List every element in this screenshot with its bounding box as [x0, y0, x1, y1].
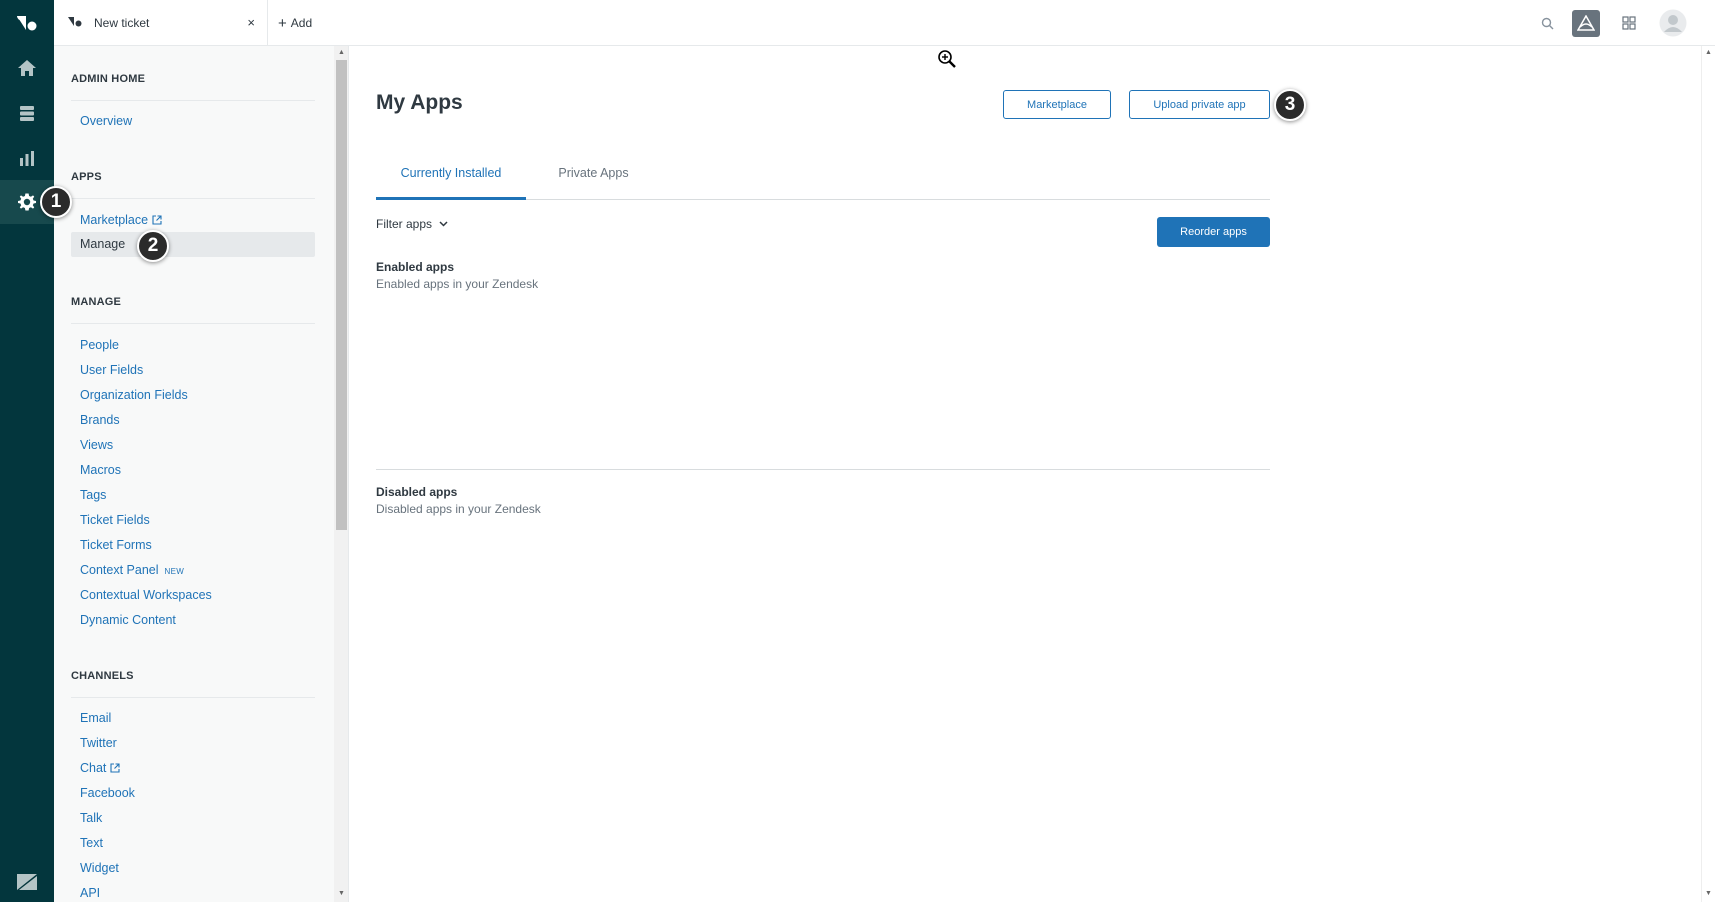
- disabled-apps-description: Disabled apps in your Zendesk: [376, 502, 541, 516]
- scroll-down-icon[interactable]: ▼: [1705, 890, 1712, 897]
- sidebar-item-people[interactable]: People: [80, 338, 119, 352]
- sell-icon[interactable]: [1571, 0, 1601, 46]
- sidebar-item-dynamic-content[interactable]: Dynamic Content: [80, 613, 176, 627]
- sidebar-item-email[interactable]: Email: [80, 711, 111, 725]
- sidebar-item-label: Context Panel: [80, 563, 159, 577]
- upload-private-app-button[interactable]: Upload private app: [1129, 90, 1270, 119]
- section-divider: [71, 198, 315, 199]
- scroll-up-icon[interactable]: ▲: [338, 49, 345, 56]
- sidebar-item-label: Chat: [80, 761, 107, 775]
- add-tab-button[interactable]: + Add: [278, 0, 312, 46]
- sidebar-item-marketplace[interactable]: Marketplace: [80, 213, 162, 227]
- section-title-channels: CHANNELS: [71, 670, 134, 682]
- scroll-down-icon[interactable]: ▼: [338, 890, 345, 897]
- user-avatar-icon[interactable]: [1657, 0, 1689, 46]
- ticket-tab[interactable]: New ticket ×: [54, 0, 268, 46]
- sidebar-item-manage-apps[interactable]: Manage: [71, 232, 315, 257]
- section-divider: [71, 100, 315, 101]
- product-rail: [0, 0, 54, 902]
- products-grid-icon[interactable]: [1615, 0, 1643, 46]
- tab-currently-installed[interactable]: Currently Installed: [376, 154, 526, 200]
- reporting-icon[interactable]: [0, 136, 54, 180]
- zendesk-z-icon[interactable]: [0, 860, 54, 902]
- sidebar-item-facebook[interactable]: Facebook: [80, 786, 135, 800]
- sidebar-item-views[interactable]: Views: [80, 438, 113, 452]
- section-title-admin-home: ADMIN HOME: [71, 73, 146, 85]
- home-icon[interactable]: [0, 46, 54, 90]
- sidebar-item-context-panel[interactable]: Context Panel NEW: [80, 563, 184, 577]
- section-divider: [71, 323, 315, 324]
- top-bar: New ticket × + Add: [54, 0, 1715, 46]
- external-link-icon: [152, 215, 162, 225]
- sidebar-scroll-thumb[interactable]: [336, 60, 347, 530]
- section-title-manage: MANAGE: [71, 296, 122, 308]
- scroll-up-icon[interactable]: ▲: [1705, 49, 1712, 56]
- reorder-apps-button[interactable]: Reorder apps: [1157, 217, 1270, 247]
- sidebar-item-ticket-fields[interactable]: Ticket Fields: [80, 513, 150, 527]
- new-badge: NEW: [164, 567, 185, 576]
- section-title-apps: APPS: [71, 171, 102, 183]
- filter-apps-label: Filter apps: [376, 217, 433, 231]
- filter-apps-dropdown[interactable]: Filter apps: [376, 217, 448, 231]
- ticket-tab-icon: [68, 16, 82, 30]
- step-marker-1: 1: [40, 186, 72, 218]
- apps-tabs: Currently Installed Private Apps: [376, 154, 1270, 200]
- step-marker-3: 3: [1274, 89, 1306, 121]
- chevron-down-icon: [439, 221, 448, 227]
- search-icon[interactable]: [1533, 0, 1561, 46]
- external-link-icon: [110, 763, 120, 773]
- disabled-apps-title: Disabled apps: [376, 485, 458, 499]
- sidebar-item-chat[interactable]: Chat: [80, 761, 120, 775]
- sidebar-item-macros[interactable]: Macros: [80, 463, 121, 477]
- page-scrollbar[interactable]: ▲ ▼: [1701, 46, 1715, 902]
- sidebar-item-text[interactable]: Text: [80, 836, 103, 850]
- marketplace-button[interactable]: Marketplace: [1003, 90, 1111, 119]
- sidebar-item-contextual-workspaces[interactable]: Contextual Workspaces: [80, 588, 212, 602]
- zendesk-logo-icon[interactable]: [0, 0, 54, 44]
- sidebar-item-tags[interactable]: Tags: [80, 488, 106, 502]
- sidebar-item-twitter[interactable]: Twitter: [80, 736, 117, 750]
- sidebar-item-overview[interactable]: Overview: [80, 114, 132, 128]
- close-tab-icon[interactable]: ×: [247, 15, 255, 30]
- sidebar-item-label: Marketplace: [80, 213, 149, 227]
- sidebar-item-api[interactable]: API: [80, 886, 100, 900]
- sidebar-item-brands[interactable]: Brands: [80, 413, 120, 427]
- add-tab-label: Add: [290, 16, 313, 30]
- section-divider: [376, 469, 1270, 470]
- enabled-apps-description: Enabled apps in your Zendesk: [376, 277, 539, 291]
- main-content: My Apps Marketplace Upload private app C…: [349, 46, 1701, 902]
- page-title: My Apps: [376, 91, 463, 114]
- sidebar-scrollbar[interactable]: ▲ ▼: [334, 46, 349, 902]
- views-icon[interactable]: [0, 91, 54, 135]
- ticket-tab-title: New ticket: [94, 16, 150, 30]
- plus-icon: +: [278, 14, 287, 32]
- sidebar-item-widget[interactable]: Widget: [80, 861, 119, 875]
- tab-private-apps[interactable]: Private Apps: [541, 154, 646, 200]
- sidebar-item-organization-fields[interactable]: Organization Fields: [80, 388, 188, 402]
- section-divider: [71, 697, 315, 698]
- zoom-cursor-icon: [938, 50, 956, 68]
- enabled-apps-title: Enabled apps: [376, 260, 455, 274]
- sidebar-item-ticket-forms[interactable]: Ticket Forms: [80, 538, 152, 552]
- sidebar-item-user-fields[interactable]: User Fields: [80, 363, 143, 377]
- admin-sidebar: ADMIN HOME Overview APPS Marketplace Man…: [54, 46, 334, 902]
- step-marker-2: 2: [137, 230, 169, 262]
- sidebar-item-talk[interactable]: Talk: [80, 811, 102, 825]
